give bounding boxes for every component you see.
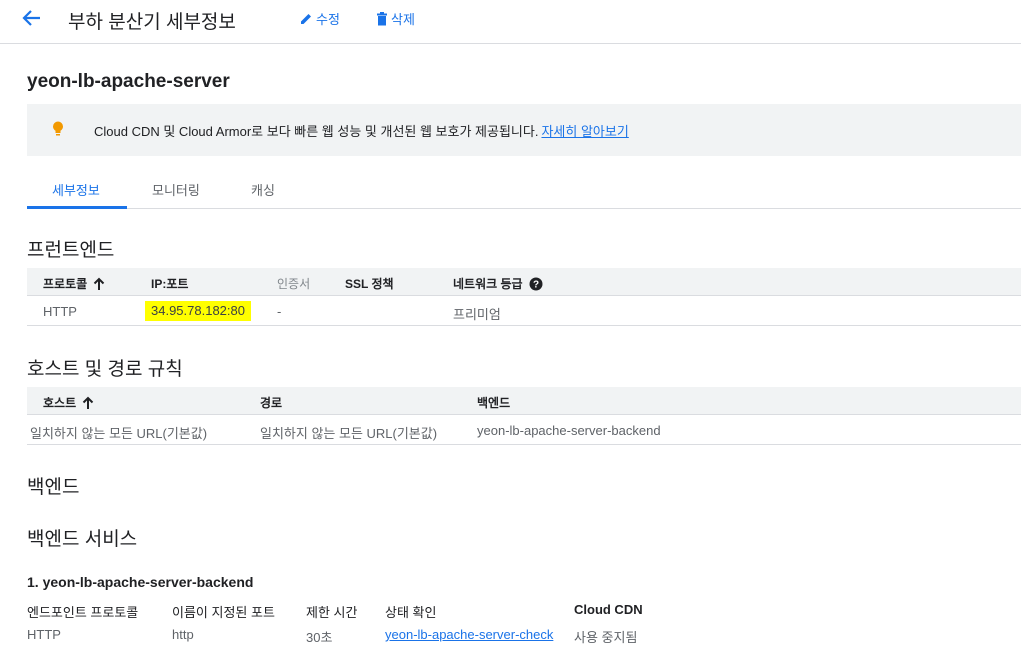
label-cloud-cdn: Cloud CDN [574,602,643,617]
page-title: 부하 분산기 세부정보 [68,12,236,33]
load-balancer-name: yeon-lb-apache-server [27,71,230,92]
sort-up-arrow-icon [82,396,94,409]
table-row: HTTP 34.95.78.182:80 - 프리미엄 [27,297,1021,326]
label-health-check: 상태 확인 [385,605,437,620]
tab-bar: 세부정보 모니터링 캐싱 [27,169,1021,209]
value-named-port: http [172,627,194,642]
host-path-title: 호스트 및 경로 규칙 [27,359,183,380]
lightbulb-icon [53,121,63,136]
value-cloud-cdn: 사용 중지됨 [574,630,638,645]
column-backend[interactable]: 백엔드 [477,394,510,411]
info-banner: Cloud CDN 및 Cloud Armor로 보다 빠른 웹 성능 및 개선… [27,104,1021,156]
column-ip-port[interactable]: IP:포트 [151,275,188,292]
active-tab-indicator [27,206,127,209]
backend-services-title: 백엔드 서비스 [27,529,138,550]
health-check-link[interactable]: yeon-lb-apache-server-check [385,627,553,642]
cell-path: 일치하지 않는 모든 URL(기본값) [260,426,438,441]
table-row: 일치하지 않는 모든 URL(기본값) 일치하지 않는 모든 URL(기본값) … [27,416,1021,445]
help-icon[interactable]: ? [529,277,543,291]
cell-protocol: HTTP [43,304,77,319]
column-host-label: 호스트 [43,396,77,410]
back-button[interactable] [18,6,46,30]
sort-up-arrow-icon [93,277,105,290]
host-path-table-header: 호스트 경로 백엔드 [27,387,1021,415]
value-endpoint-protocol: HTTP [27,627,61,642]
tab-caching[interactable]: 캐싱 [251,180,275,199]
column-certificate[interactable]: 인증서 [277,275,310,292]
column-network-tier-label: 네트워크 등급 [453,277,523,291]
trash-icon [377,11,387,25]
backend-service-name: 1. yeon-lb-apache-server-backend [27,574,254,590]
tab-monitoring[interactable]: 모니터링 [152,180,200,199]
tab-details[interactable]: 세부정보 [52,180,100,199]
learn-more-link[interactable]: 자세히 알아보기 [541,124,628,139]
cell-host: 일치하지 않는 모든 URL(기본값) [30,426,208,441]
label-timeout: 제한 시간 [306,605,358,620]
ip-port-highlight: 34.95.78.182:80 [145,301,251,321]
column-host[interactable]: 호스트 [43,394,94,411]
banner-message: Cloud CDN 및 Cloud Armor로 보다 빠른 웹 성능 및 개선… [94,121,629,140]
cell-backend: yeon-lb-apache-server-backend [477,423,661,438]
edit-button[interactable]: 수정 [298,9,340,28]
cell-certificate: - [277,304,282,319]
delete-label: 삭제 [391,12,415,27]
delete-button[interactable]: 삭제 [375,9,415,28]
column-ssl-policy[interactable]: SSL 정책 [345,275,394,292]
label-endpoint-protocol: 엔드포인트 프로토콜 [27,605,139,620]
edit-label: 수정 [316,12,340,27]
column-protocol[interactable]: 프로토콜 [43,275,105,292]
banner-text: Cloud CDN 및 Cloud Armor로 보다 빠른 웹 성능 및 개선… [94,124,539,139]
backend-title: 백엔드 [27,477,80,498]
label-named-port: 이름이 지정된 포트 [172,605,275,620]
column-path[interactable]: 경로 [260,394,282,411]
frontend-table-header: 프로토콜 IP:포트 인증서 SSL 정책 네트워크 등급 ? [27,268,1021,296]
frontend-title: 프런트엔드 [27,240,115,261]
pencil-icon [301,13,311,24]
svg-text:?: ? [533,279,539,290]
top-bar: 부하 분산기 세부정보 수정 삭제 [0,0,1021,44]
arrow-back-icon [22,10,40,26]
value-timeout: 30초 [306,630,333,645]
cell-ip-port: 34.95.78.182:80 [145,301,251,321]
cell-network-tier: 프리미엄 [453,307,501,322]
column-protocol-label: 프로토콜 [43,277,88,291]
column-network-tier[interactable]: 네트워크 등급 ? [453,275,543,292]
